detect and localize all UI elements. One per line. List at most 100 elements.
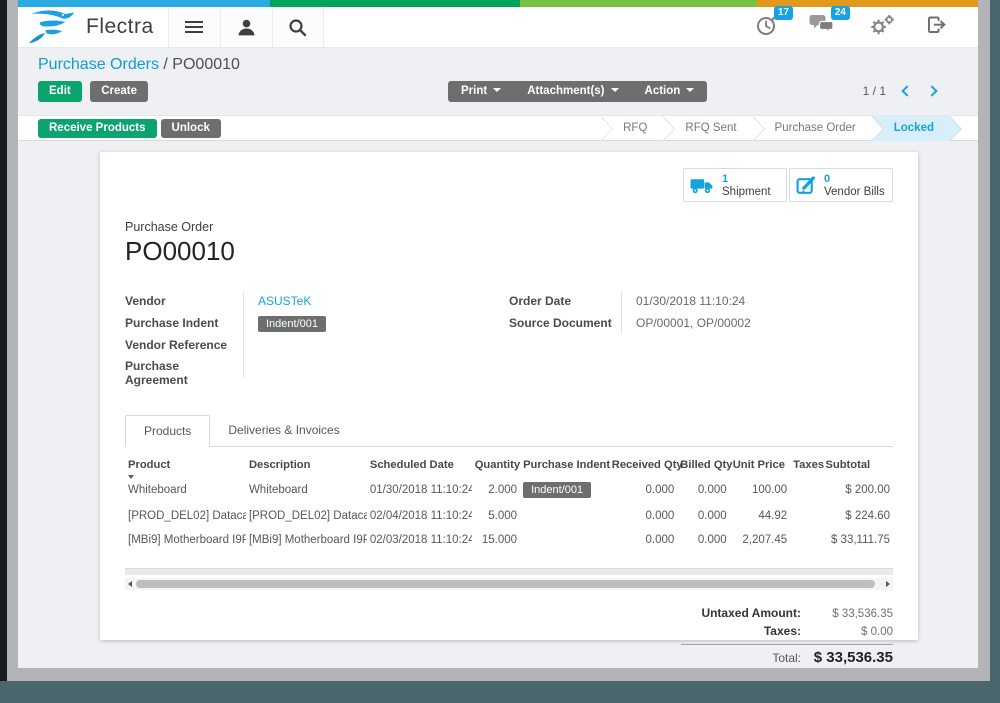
column-header-subtotal[interactable]: Subtotal [822,453,893,476]
activities-count-badge: 17 [774,6,793,20]
total-value: $ 33,536.35 [801,649,893,666]
vendor-link[interactable]: ASUSTeK [258,294,311,308]
column-header-product[interactable]: Product [125,453,246,476]
stage-separator [589,116,601,141]
shipment-count: 1 [722,173,771,185]
column-header-received-qty[interactable]: Received Qty [609,453,678,476]
purchase-indent-tag[interactable]: Indent/001 [523,482,591,498]
shipment-label: Shipment [722,186,771,198]
brand-logo[interactable]: Flectra [18,7,168,47]
scroll-right-arrow[interactable] [883,581,893,587]
notebook-tabs: Products Deliveries & Invoices [125,415,893,447]
stripe-green [270,0,520,7]
total-label: Total: [681,651,801,665]
stage-purchase-order[interactable]: Purchase Order [753,116,872,141]
breadcrumb-current: PO00010 [172,56,240,73]
order-lines-table: Product Description Scheduled Date Quant… [125,453,893,552]
purchase-order-sheet: 1 Shipment 0 Vendor Bills [100,152,918,640]
previous-record-button[interactable] [901,85,912,96]
stripe-light-green [520,0,757,7]
attachments-dropdown-button[interactable]: Attachment(s) [514,81,631,102]
top-navbar: Flectra [18,7,978,48]
column-header-quantity[interactable]: Quantity [472,453,520,476]
truck-icon [690,176,715,195]
tab-products[interactable]: Products [125,415,210,447]
column-header-unit-price[interactable]: Unit Price [730,453,790,476]
apps-menu-button[interactable] [168,7,220,47]
pager-counter: 1 / 1 [863,84,886,98]
action-dropdown-button[interactable]: Action [632,81,708,102]
breadcrumb-separator: / [163,56,167,73]
source-document-field-label: Source Document [509,313,621,330]
tab-deliveries-invoices[interactable]: Deliveries & Invoices [210,415,357,446]
horizontal-scrollbar[interactable] [125,578,893,590]
column-header-purchase-indent[interactable]: Purchase Indent [520,453,609,476]
caret-down-icon [686,88,694,92]
logout-button[interactable] [925,14,948,41]
window-shadow-edge [0,0,7,681]
taxes-label: Taxes: [681,624,801,638]
navbar-menu-cells [168,7,324,47]
untaxed-amount-label: Untaxed Amount: [681,606,801,620]
create-button[interactable]: Create [90,81,148,102]
caret-down-icon [493,88,501,92]
vendor-bills-stat-button[interactable]: 0 Vendor Bills [789,168,893,202]
page-title: PO00010 [125,236,893,267]
vendor-field-label: Vendor [125,291,243,308]
user-icon [237,18,256,37]
column-header-scheduled-date[interactable]: Scheduled Date [367,453,472,476]
scrollbar-thumb[interactable] [136,580,875,588]
field-groups: Vendor ASUSTeK Purchase Indent Indent/00… [125,291,893,387]
table-row[interactable]: [MBi9] Motherboard I9P57 [MBi9] Motherbo… [125,528,893,552]
activities-button[interactable]: 17 [755,13,779,42]
table-footer-bar [125,568,893,575]
logout-icon [925,14,948,36]
order-date-value: 01/30/2018 11:10:24 [621,291,893,313]
caret-down-icon [611,88,619,92]
window-frame: Flectra [7,0,990,681]
statusbar: Receive Products Unlock RFQ RFQ Sent Pur… [18,115,978,141]
record-pager: 1 / 1 [863,84,936,98]
field-group-left: Vendor ASUSTeK Purchase Indent Indent/00… [125,291,509,387]
taxes-value: $ 0.00 [801,626,893,638]
purchase-indent-field-label: Purchase Indent [125,313,243,330]
scroll-left-arrow[interactable] [125,581,135,587]
breadcrumb-parent-link[interactable]: Purchase Orders [38,56,159,73]
table-row[interactable]: Whiteboard Whiteboard 01/30/2018 11:10:2… [125,476,893,504]
stage-rfq-sent[interactable]: RFQ Sent [663,116,752,141]
receive-products-button[interactable]: Receive Products [38,119,157,138]
hamburger-icon [185,21,203,23]
settings-button[interactable] [866,13,895,42]
unlock-button[interactable]: Unlock [161,119,221,138]
column-header-description[interactable]: Description [246,453,367,476]
messages-count-badge: 24 [831,6,850,20]
untaxed-amount-value: $ 33,536.35 [801,608,893,620]
vendor-bills-label: Vendor Bills [824,186,885,198]
next-record-button[interactable] [926,85,937,96]
vendor-reference-field-label: Vendor Reference [125,335,243,352]
navbar-right-icons: 17 24 [755,7,978,47]
flectra-bird-icon [28,8,80,46]
scrollbar-track[interactable] [135,578,883,590]
table-row[interactable]: [PROD_DEL02] Datacard [PROD_DEL02] Datac… [125,504,893,528]
source-document-value: OP/00001, OP/00002 [621,313,893,335]
user-menu-button[interactable] [220,7,272,47]
column-header-taxes[interactable]: Taxes [790,453,822,476]
sort-descending-icon [128,475,134,479]
shipment-stat-button[interactable]: 1 Shipment [683,168,787,202]
vendor-bills-count: 0 [824,173,885,185]
order-date-field-label: Order Date [509,291,621,308]
column-header-billed-qty[interactable]: Billed Qty [677,453,729,476]
purchase-indent-tag[interactable]: Indent/001 [258,316,326,332]
purchase-agreement-value [243,356,509,378]
search-button[interactable] [272,7,324,47]
edit-button[interactable]: Edit [38,81,82,102]
totals-block: Untaxed Amount: $ 33,536.35 Taxes: $ 0.0… [681,604,893,668]
print-dropdown-button[interactable]: Print [448,81,514,102]
messages-button[interactable]: 24 [809,13,836,41]
toolbar: Edit Create Print Attachment(s) Action 1… [38,81,958,103]
app-window: Flectra [18,0,978,668]
brand-name: Flectra [86,15,154,39]
action-button-group: Print Attachment(s) Action [448,81,707,102]
breadcrumb: Purchase Orders / PO00010 [38,56,958,74]
